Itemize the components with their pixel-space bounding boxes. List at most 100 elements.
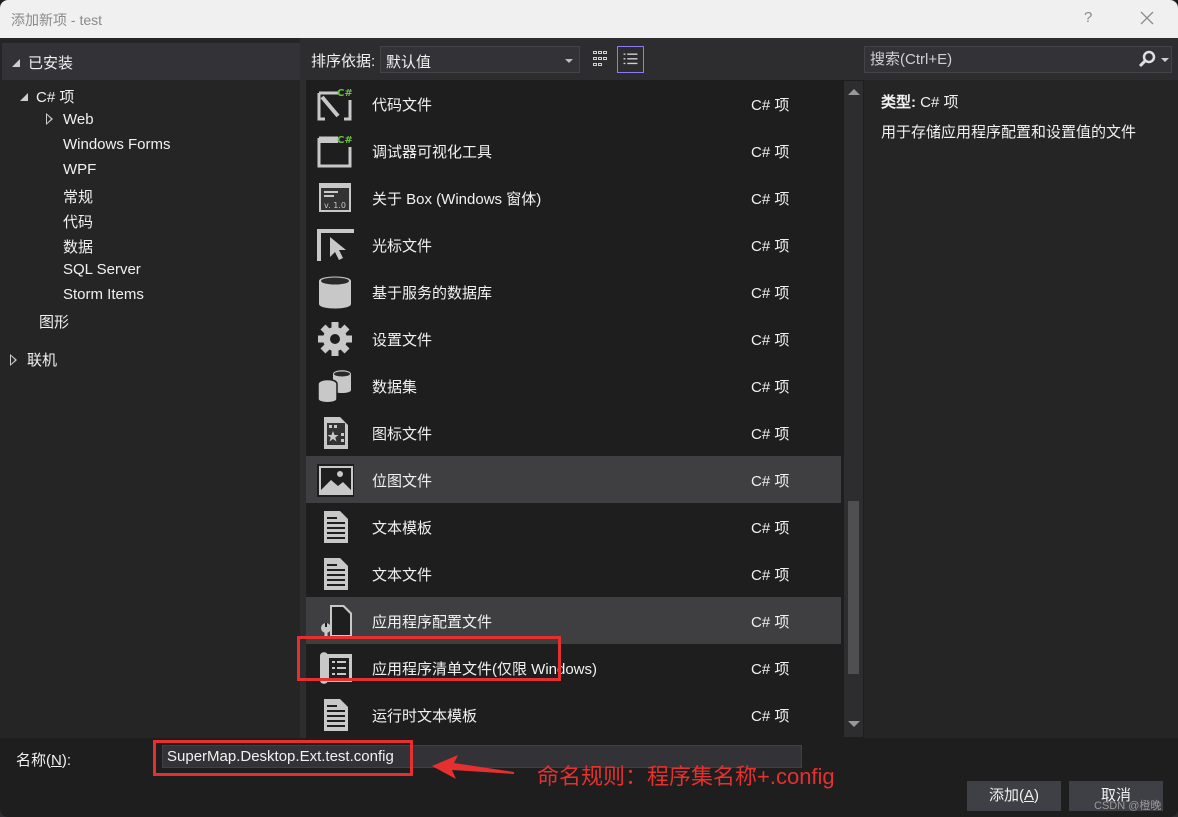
footer: 名称(N): 命名规则：程序集名称+.config 添加(A) 取消 CSDN … xyxy=(0,738,1178,817)
title-bar: 添加新项 - test ? xyxy=(0,0,1178,38)
item-name: 应用程序清单文件(仅限 Windows) xyxy=(372,661,598,678)
expanded-icon xyxy=(20,93,28,101)
bitmap-icon xyxy=(317,464,354,497)
item-type: C# 项 xyxy=(751,520,790,537)
item-type: C# 项 xyxy=(751,426,790,443)
tree-node-online[interactable]: 联机 xyxy=(10,349,57,370)
list-item[interactable]: 设置文件 C# 项 xyxy=(306,315,841,362)
expanded-icon xyxy=(12,59,20,67)
search-icon[interactable] xyxy=(1137,50,1157,70)
sort-value: 默认值 xyxy=(386,54,432,71)
icon-file-icon xyxy=(324,417,348,449)
item-type: C# 项 xyxy=(751,473,790,490)
item-name: 图标文件 xyxy=(372,426,433,443)
list-item[interactable]: 位图文件 C# 项 xyxy=(306,456,841,503)
annotation-arrow-icon xyxy=(432,755,514,779)
runtime-template-icon xyxy=(324,699,348,731)
list-item[interactable]: 运行时文本模板 C# 项 xyxy=(306,691,841,738)
list-item[interactable]: v. 1.0 关于 Box (Windows 窗体) C# 项 xyxy=(306,174,841,221)
list-item[interactable]: 应用程序清单文件(仅限 Windows) C# 项 xyxy=(306,644,841,691)
item-type: C# 项 xyxy=(751,191,790,208)
tree-node-general[interactable]: 常规 xyxy=(63,186,93,207)
sort-dropdown[interactable]: 默认值 xyxy=(380,46,580,73)
scroll-thumb[interactable] xyxy=(848,501,859,674)
search-input[interactable] xyxy=(865,47,1125,72)
type-value: C# 项 xyxy=(920,94,959,111)
tree-node-web[interactable]: Web xyxy=(46,111,94,128)
item-name: 光标文件 xyxy=(372,238,433,255)
cancel-button[interactable]: 取消 xyxy=(1069,781,1163,811)
sort-label: 排序依据: xyxy=(311,53,376,70)
tree-node-windows-forms[interactable]: Windows Forms xyxy=(63,136,171,153)
dialog-body: 已安装 C# 项 Web Windows Forms WPF 常规 代码 数据 … xyxy=(0,38,1178,817)
chevron-down-icon[interactable] xyxy=(1161,58,1169,62)
item-name: 基于服务的数据库 xyxy=(372,285,493,302)
item-name: 关于 Box (Windows 窗体) xyxy=(372,191,542,208)
settings-gear-icon xyxy=(318,322,352,356)
text-file-icon xyxy=(324,558,348,590)
list-item[interactable]: 数据集 C# 项 xyxy=(306,362,841,409)
tree-header-installed[interactable]: 已安装 xyxy=(2,43,300,80)
tree-node-wpf[interactable]: WPF xyxy=(63,161,96,178)
list-item[interactable]: 图标文件 C# 项 xyxy=(306,409,841,456)
item-name: 代码文件 xyxy=(372,97,433,114)
list-item[interactable]: C# 调试器可视化工具 C# 项 xyxy=(306,127,841,174)
code-file-icon: C# xyxy=(317,88,353,121)
tree-node-csharp[interactable]: C# 项 xyxy=(20,86,74,107)
scroll-down-icon[interactable] xyxy=(848,721,860,727)
item-name: 应用程序配置文件 xyxy=(372,614,493,631)
dataset-icon xyxy=(317,370,351,404)
tree-node-code[interactable]: 代码 xyxy=(63,211,93,232)
svg-text:v. 1.0: v. 1.0 xyxy=(324,201,346,210)
item-type: C# 项 xyxy=(751,144,790,161)
text-template-icon xyxy=(324,511,348,543)
item-type: C# 项 xyxy=(751,285,790,302)
list-item-selected[interactable]: 应用程序配置文件 C# 项 xyxy=(306,597,841,644)
grid-view-icon[interactable] xyxy=(587,46,614,73)
item-type: C# 项 xyxy=(751,567,790,584)
search-box[interactable] xyxy=(864,46,1172,73)
item-list: C# 代码文件 C# 项 C# 调试器可视化工具 C# 项 v. 1.0 关于 … xyxy=(306,80,843,738)
list-scrollbar[interactable] xyxy=(843,80,864,738)
list-item[interactable]: 光标文件 C# 项 xyxy=(306,221,841,268)
svg-text:C#: C# xyxy=(337,135,353,146)
tree-node-data[interactable]: 数据 xyxy=(63,236,93,257)
item-name: 数据集 xyxy=(372,379,418,396)
collapsed-icon xyxy=(10,354,17,366)
item-name: 运行时文本模板 xyxy=(372,708,478,725)
type-label: 类型: xyxy=(881,94,916,111)
item-type: C# 项 xyxy=(751,332,790,349)
list-item[interactable]: C# 代码文件 C# 项 xyxy=(306,80,841,127)
item-name: 文本模板 xyxy=(372,520,433,537)
help-button[interactable]: ? xyxy=(1084,9,1092,26)
svg-text:C#: C# xyxy=(337,88,353,99)
tree-node-graphics[interactable]: 图形 xyxy=(39,311,69,332)
database-icon xyxy=(319,276,351,309)
add-button[interactable]: 添加(A) xyxy=(967,781,1061,811)
app-config-icon xyxy=(321,605,352,639)
item-name: 文本文件 xyxy=(372,567,433,584)
list-view-icon[interactable] xyxy=(617,46,644,73)
item-type: C# 项 xyxy=(751,708,790,725)
tree-node-storm-items[interactable]: Storm Items xyxy=(63,286,144,303)
template-tree: 已安装 C# 项 Web Windows Forms WPF 常规 代码 数据 … xyxy=(0,38,300,738)
item-name: 设置文件 xyxy=(372,332,433,349)
item-details-panel: 类型: C# 项 用于存储应用程序配置和设置值的文件 xyxy=(864,80,1178,738)
name-label: 名称(N): xyxy=(16,752,72,769)
item-description: 用于存储应用程序配置和设置值的文件 xyxy=(881,124,1137,141)
scroll-up-icon[interactable] xyxy=(848,89,860,95)
tree-node-sql-server[interactable]: SQL Server xyxy=(63,261,141,278)
cursor-file-icon xyxy=(317,229,354,261)
list-item[interactable]: 文本模板 C# 项 xyxy=(306,503,841,550)
window-title: 添加新项 - test xyxy=(11,12,103,28)
list-item[interactable]: 基于服务的数据库 C# 项 xyxy=(306,268,841,315)
item-type-line: 类型: C# 项 xyxy=(881,91,959,112)
list-item[interactable]: 文本文件 C# 项 xyxy=(306,550,841,597)
tree-header-label: 已安装 xyxy=(28,55,74,72)
item-name: 位图文件 xyxy=(372,473,433,490)
item-type: C# 项 xyxy=(751,379,790,396)
debugger-visualizer-icon: C# xyxy=(317,135,353,168)
close-icon[interactable] xyxy=(1136,7,1158,29)
collapsed-icon xyxy=(46,113,53,125)
manifest-icon xyxy=(320,652,352,684)
